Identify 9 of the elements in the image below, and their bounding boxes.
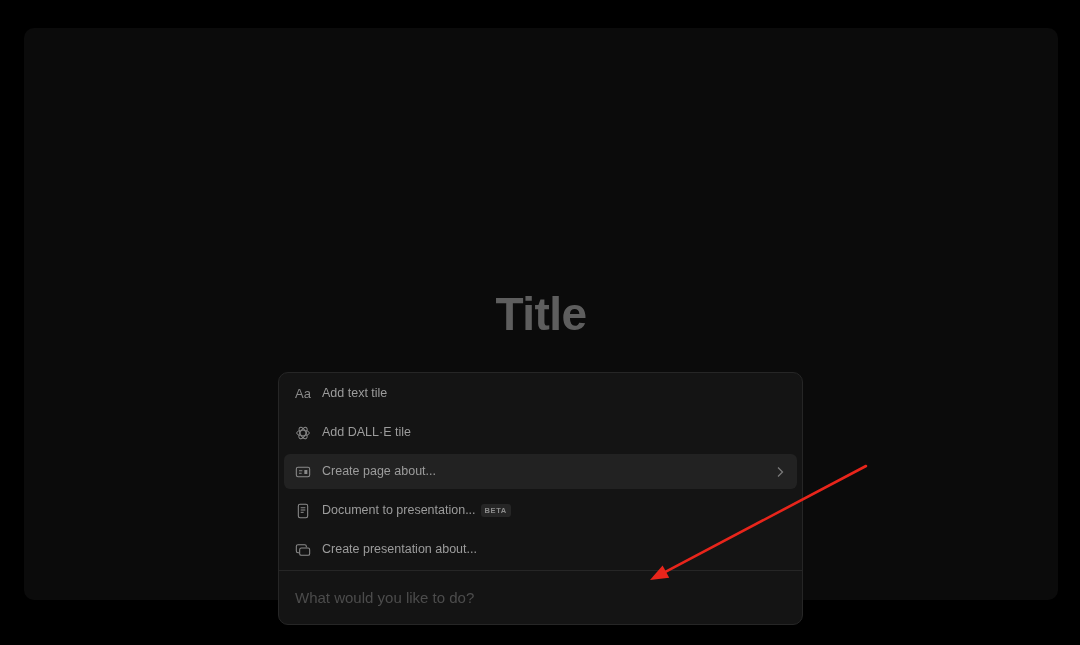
menu-item[interactable]: Create page about...: [284, 454, 797, 489]
stacked-windows-icon: [295, 541, 311, 558]
document-icon: [295, 502, 311, 519]
prompt-input[interactable]: What would you like to do?: [279, 571, 802, 624]
page-title: Title: [495, 288, 587, 340]
menu-item[interactable]: Create presentation about...: [284, 532, 797, 567]
knot-icon: [295, 424, 311, 441]
chevron-right-icon: [775, 465, 785, 478]
menu-item[interactable]: Add DALL·E tile: [284, 415, 797, 450]
